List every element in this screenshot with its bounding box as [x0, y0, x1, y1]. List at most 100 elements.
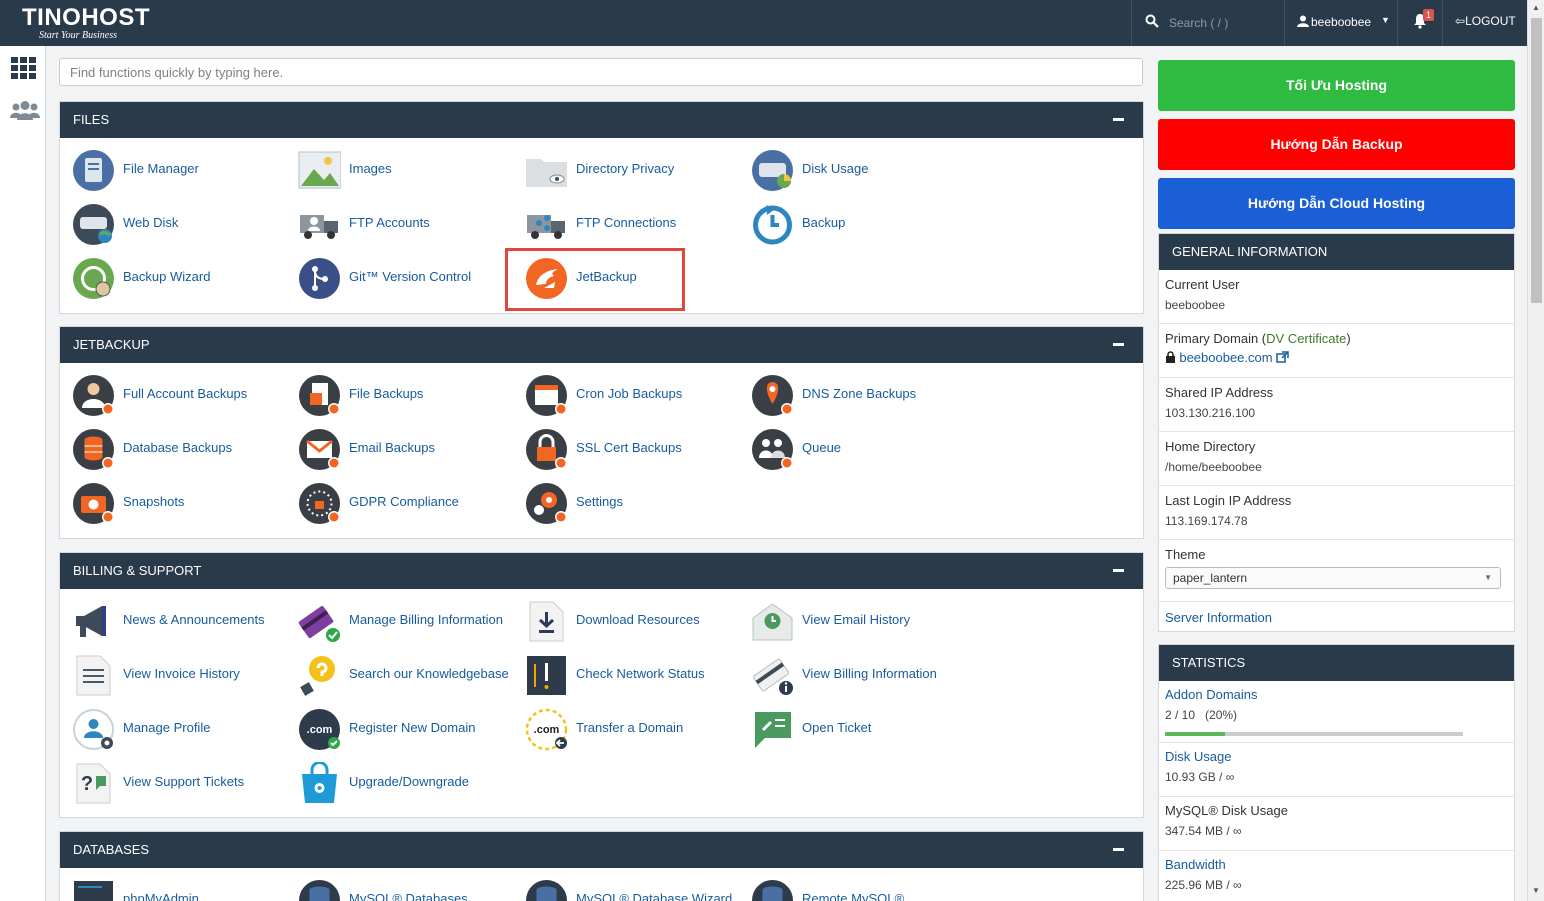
addon-domains-link[interactable]: Addon Domains — [1165, 687, 1508, 702]
queue-item[interactable]: Queue — [739, 426, 964, 472]
item-label: File Backups — [349, 386, 424, 401]
collapse-icon[interactable] — [1113, 848, 1124, 851]
primary-domain-link[interactable]: beeboobee.com — [1179, 350, 1272, 365]
collapse-icon[interactable] — [1113, 343, 1124, 346]
transfer-domain-item[interactable]: .com Transfer a Domain — [513, 706, 738, 752]
upgrade-item[interactable]: Upgrade/Downgrade — [286, 760, 511, 806]
item-label: phpMyAdmin — [123, 891, 199, 901]
addon-domains-row: Addon Domains 2 / 10 (20%) — [1159, 681, 1514, 743]
cloud-hosting-guide-button[interactable]: Hướng Dẫn Cloud Hosting — [1158, 178, 1515, 229]
download-item[interactable]: Download Resources — [513, 598, 738, 644]
item-label: Database Backups — [123, 440, 233, 455]
network-status-item[interactable]: Check Network Status — [513, 652, 738, 698]
cron-job-backups-item[interactable]: Cron Job Backups — [513, 372, 738, 418]
invoice-item[interactable]: View Invoice History — [60, 652, 285, 698]
lightbulb-item[interactable]: Search our Knowledgebase — [286, 652, 511, 698]
ftp-accounts-item[interactable]: FTP Accounts — [286, 201, 511, 247]
backup-item[interactable]: Backup — [739, 201, 964, 247]
current-user-label: Current User — [1165, 277, 1240, 292]
gdpr-item[interactable]: GDPR Compliance — [286, 480, 511, 526]
mysql-databases-item[interactable]: MySQL® Databases — [286, 877, 511, 901]
remote-mysql-item[interactable]: Remote MySQL® — [739, 877, 964, 901]
disk-usage-item[interactable]: Disk Usage — [739, 147, 964, 193]
file-backups-item[interactable]: File Backups — [286, 372, 511, 418]
quick-find-input[interactable] — [59, 58, 1143, 86]
disk-usage-value: 10.93 GB / ∞ — [1165, 770, 1235, 784]
notifications-button[interactable]: 1 — [1399, 0, 1443, 46]
support-tickets-item[interactable]: ? View Support Tickets — [60, 760, 285, 806]
files-panel-title: FILES — [73, 112, 110, 127]
email-backups-item[interactable]: Email Backups — [286, 426, 511, 472]
profile-item[interactable]: Manage Profile — [60, 706, 285, 752]
collapse-icon[interactable] — [1113, 569, 1124, 572]
database-backups-item[interactable]: Database Backups — [60, 426, 285, 472]
mysql-wizard-item[interactable]: MySQL® Database Wizard — [513, 877, 738, 901]
databases-panel-header[interactable]: DATABASES — [60, 832, 1143, 868]
page-scrollbar[interactable]: ▲ ▼ — [1527, 0, 1544, 901]
logout-button[interactable]: ⇦LOGOUT — [1455, 14, 1516, 28]
files-panel-header[interactable]: FILES — [60, 102, 1143, 138]
database-backups-icon — [72, 428, 115, 471]
scroll-down-arrow-icon[interactable]: ▼ — [1532, 886, 1540, 895]
jetbackup-panel-header[interactable]: JETBACKUP — [60, 327, 1143, 363]
upgrade-icon — [298, 761, 341, 805]
credit-card-icon — [298, 600, 341, 643]
cron-job-backups-icon — [525, 374, 568, 417]
ftp-connections-item[interactable]: FTP Connections — [513, 201, 738, 247]
megaphone-item[interactable]: News & Announcements — [60, 598, 285, 644]
billing-panel-header[interactable]: BILLING & SUPPORT — [60, 553, 1143, 589]
scroll-up-arrow-icon[interactable]: ▲ — [1532, 3, 1540, 12]
file-manager-item[interactable]: File Manager — [60, 147, 285, 193]
billing-support-panel: BILLING & SUPPORT News & Announcements Ma… — [59, 552, 1144, 818]
caret-down-icon: ▼ — [1381, 15, 1390, 25]
full-account-backups-item[interactable]: Full Account Backups — [60, 372, 285, 418]
backup-guide-button[interactable]: Hướng Dẫn Backup — [1158, 119, 1515, 170]
ssl-cert-backups-icon — [525, 428, 568, 471]
top-search[interactable]: Search ( / ) — [1131, 0, 1283, 46]
brand-logo[interactable]: TINOHOST Start Your Business — [22, 4, 150, 41]
email-history-item[interactable]: View Email History — [739, 598, 964, 644]
server-information-link[interactable]: Server Information — [1165, 610, 1272, 625]
settings-item[interactable]: Settings — [513, 480, 738, 526]
theme-select[interactable]: paper_lantern ▼ — [1165, 567, 1501, 589]
directory-privacy-item[interactable]: Directory Privacy — [513, 147, 738, 193]
dns-zone-backups-icon — [751, 374, 794, 417]
item-label: Check Network Status — [576, 666, 705, 681]
backup-wizard-icon — [72, 257, 115, 300]
snapshots-item[interactable]: Snapshots — [60, 480, 285, 526]
optimize-hosting-button[interactable]: Tối Ưu Hosting — [1158, 60, 1515, 111]
disk-usage-link[interactable]: Disk Usage — [1165, 749, 1508, 764]
support-tickets-icon: ? — [72, 762, 115, 805]
phpmyadmin-item[interactable]: phpMyAdmin — [60, 877, 285, 901]
item-label: View Email History — [802, 612, 911, 627]
general-information-panel: GENERAL INFORMATION Current User beeboob… — [1158, 233, 1515, 632]
item-label: MySQL® Databases — [349, 891, 468, 901]
statistics-panel: STATISTICS Addon Domains 2 / 10 (20%) Di… — [1158, 644, 1515, 901]
item-label: Cron Job Backups — [576, 386, 683, 401]
web-disk-icon — [72, 203, 115, 246]
backup-icon — [751, 203, 794, 246]
open-ticket-item[interactable]: Open Ticket — [739, 706, 964, 752]
top-navbar: TINOHOST Start Your Business Search ( / … — [0, 0, 1527, 46]
billing-info-item[interactable]: View Billing Information — [739, 652, 964, 698]
dns-zone-backups-item[interactable]: DNS Zone Backups — [739, 372, 964, 418]
register-domain-item[interactable]: .com Register New Domain — [286, 706, 511, 752]
user-menu[interactable]: beeboobee ▼ — [1284, 0, 1398, 46]
ssl-cert-backups-item[interactable]: SSL Cert Backups — [513, 426, 738, 472]
bandwidth-value: 225.96 MB / ∞ — [1165, 878, 1242, 892]
server-info-row: Server Information — [1159, 602, 1514, 634]
item-label: View Support Tickets — [123, 774, 245, 789]
images-item[interactable]: Images — [286, 147, 511, 193]
scrollbar-thumb[interactable] — [1531, 18, 1542, 303]
credit-card-item[interactable]: Manage Billing Information — [286, 598, 511, 644]
bandwidth-link[interactable]: Bandwidth — [1165, 857, 1508, 872]
current-user-row: Current User beeboobee — [1159, 270, 1514, 324]
users-icon[interactable] — [9, 100, 41, 127]
backup-wizard-item[interactable]: Backup Wizard — [60, 255, 285, 301]
grid-icon[interactable] — [9, 56, 37, 85]
web-disk-item[interactable]: Web Disk — [60, 201, 285, 247]
external-link-icon[interactable] — [1276, 351, 1289, 363]
dv-certificate-link[interactable]: DV Certificate — [1266, 331, 1346, 346]
git-item[interactable]: Git™ Version Control — [286, 255, 511, 301]
collapse-icon[interactable] — [1113, 118, 1124, 121]
